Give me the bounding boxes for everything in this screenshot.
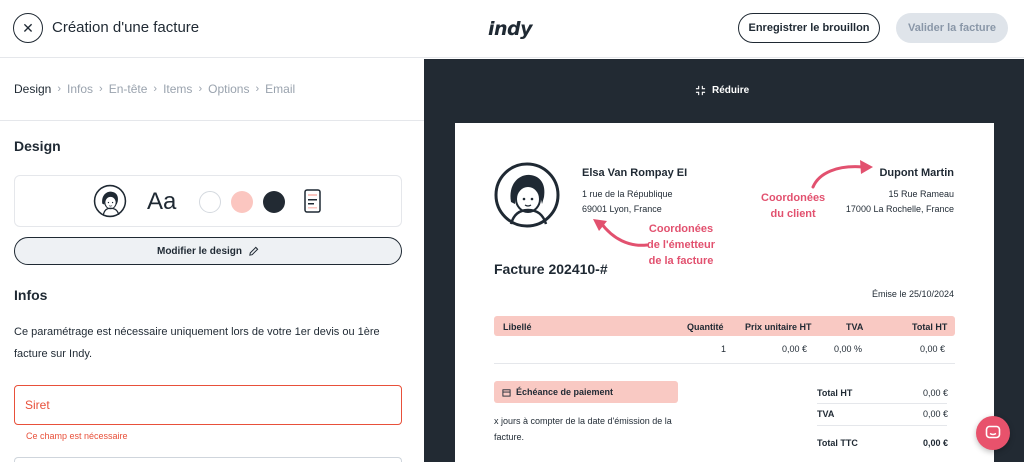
arrow-icon — [593, 219, 649, 247]
invoice-preview-panel: Réduire Elsa Van Rompay EI 1 rue de la R… — [424, 59, 1024, 462]
breadcrumb-en-tete[interactable]: En-tête — [109, 82, 148, 96]
divider — [817, 403, 947, 404]
calendar-icon — [502, 388, 511, 397]
document-template-icon — [304, 189, 321, 213]
client-name: Dupont Martin — [879, 167, 954, 179]
validate-invoice-button[interactable]: Valider la facture — [896, 13, 1008, 43]
column-header: Quantité — [687, 322, 724, 332]
invoice-title: Facture 202410-# — [494, 261, 608, 277]
avatar-icon — [93, 184, 127, 218]
infos-description: Ce paramétrage est nécessaire uniquement… — [14, 326, 380, 360]
chevron-right-icon: › — [198, 83, 203, 95]
modify-design-button[interactable]: Modifier le design — [14, 237, 402, 265]
arrow-icon — [811, 160, 873, 189]
modify-design-label: Modifier le design — [156, 245, 242, 257]
column-header: TVA — [846, 322, 864, 332]
table-cell: 0,00 % — [834, 344, 863, 354]
swatch-white — [199, 191, 221, 213]
column-header: Total HT — [912, 322, 948, 332]
table-header: Libellé Quantité Prix unitaire HT TVA To… — [494, 316, 955, 336]
siret-error-message: Ce champ est nécessaire — [26, 431, 128, 441]
close-icon: ✕ — [22, 19, 34, 36]
settings-panel: Design › Infos › En-tête › Items › Optio… — [0, 59, 424, 462]
column-header: Prix unitaire HT — [745, 322, 812, 332]
issuer-annotation: Coordonées de l'émetteur de la facture — [647, 221, 715, 269]
close-button[interactable]: ✕ — [13, 13, 43, 43]
indy-logo[interactable]: indy — [488, 18, 533, 40]
top-bar: ✕ Création d'une facture indy Enregistre… — [0, 0, 1024, 58]
design-section-title: Design — [14, 138, 61, 154]
chat-support-button[interactable] — [976, 416, 1010, 450]
annotation-line: du client — [770, 208, 816, 220]
siret-input[interactable]: Siret — [14, 385, 402, 425]
table-cell: 0,00 € — [920, 344, 946, 354]
chevron-right-icon: › — [99, 83, 103, 95]
swatch-pink — [231, 191, 253, 213]
client-annotation: Coordonées du client — [761, 190, 825, 222]
collapse-icon — [695, 85, 706, 96]
issue-date: Émise le 25/10/2024 — [871, 289, 954, 299]
design-summary[interactable]: Aa — [14, 175, 402, 227]
breadcrumb: Design › Infos › En-tête › Items › Optio… — [14, 82, 295, 96]
table-cell: 0,00 € — [782, 344, 808, 354]
table-row: 1 0,00 € 0,00 % 0,00 € — [494, 338, 955, 360]
payment-due-box: Échéance de paiement — [494, 381, 678, 403]
total-ht-label: Total HT — [817, 388, 853, 398]
annotation-line: de la facture — [648, 255, 714, 267]
total-ht-value: 0,00 € — [922, 388, 948, 398]
divider — [0, 120, 424, 121]
breadcrumb-design[interactable]: Design — [14, 82, 51, 96]
chevron-right-icon: › — [255, 83, 260, 95]
chevron-right-icon: › — [153, 83, 158, 95]
table-cell: 1 — [721, 344, 727, 354]
next-input-field[interactable] — [14, 457, 402, 462]
divider — [817, 425, 947, 426]
tva-value: 0,00 € — [922, 409, 948, 419]
chevron-right-icon: › — [57, 83, 62, 95]
breadcrumb-email[interactable]: Email — [265, 82, 295, 96]
issuer-name: Elsa Van Rompay EI — [582, 167, 688, 179]
invoice-paper: Elsa Van Rompay EI 1 rue de la Républiqu… — [455, 123, 994, 462]
column-header: Libellé — [503, 322, 532, 332]
client-address-line2: 17000 La Rochelle, France — [845, 204, 954, 214]
save-draft-button[interactable]: Enregistrer le brouillon — [738, 13, 880, 43]
infos-section-title: Infos — [14, 287, 48, 303]
annotation-line: Coordonées — [761, 192, 826, 204]
client-address: 15 Rue Rameau 17000 La Rochelle, France — [846, 187, 954, 217]
breadcrumb-infos[interactable]: Infos — [67, 82, 93, 96]
payment-due-text: x jours à compter de la date d'émission … — [494, 416, 672, 442]
breadcrumb-options[interactable]: Options — [208, 82, 249, 96]
issuer-address: 1 rue de la République 69001 Lyon, Franc… — [582, 187, 673, 217]
issuer-address-line1: 1 rue de la République — [582, 189, 673, 199]
tva-label: TVA — [817, 409, 835, 419]
font-sample: Aa — [147, 188, 177, 215]
issuer-avatar — [494, 162, 560, 228]
siret-placeholder: Siret — [25, 398, 50, 412]
total-ttc-label: Total TTC — [817, 438, 858, 448]
total-ttc-value: 0,00 € — [922, 438, 948, 448]
breadcrumb-items[interactable]: Items — [163, 82, 192, 96]
chat-icon — [985, 425, 1001, 439]
page-title: Création d'une facture — [52, 19, 200, 36]
divider — [494, 363, 955, 364]
reduce-label: Réduire — [712, 85, 750, 96]
payment-due-title: Échéance de paiement — [516, 387, 614, 397]
pencil-icon — [249, 246, 259, 256]
annotation-line: de l'émetteur — [647, 239, 716, 251]
swatch-dark — [263, 191, 285, 213]
annotation-line: Coordonées — [648, 223, 714, 235]
reduce-button[interactable]: Réduire — [695, 85, 749, 96]
